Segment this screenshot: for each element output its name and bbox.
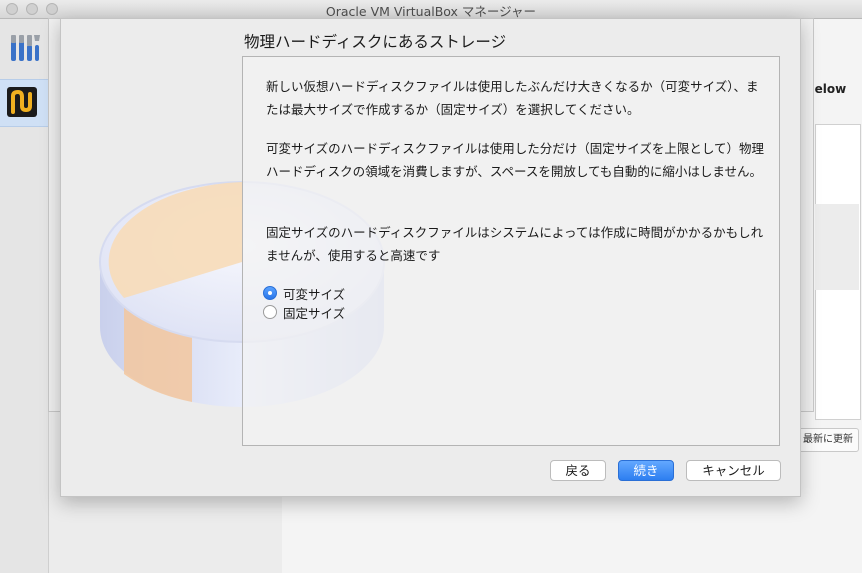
radio-selected-icon[interactable]: [263, 286, 277, 300]
dialog-title: 物理ハードディスクにあるストレージ: [244, 33, 507, 51]
continue-button[interactable]: 続き: [618, 460, 674, 481]
radio-unselected-icon[interactable]: [263, 305, 277, 319]
cancel-button[interactable]: キャンセル: [686, 460, 781, 481]
option-dynamic-size[interactable]: 可変サイズ: [263, 284, 345, 302]
option-label: 固定サイズ: [283, 305, 346, 321]
tools-icon[interactable]: [8, 31, 42, 65]
description-paragraph: 可変サイズのハードディスクファイルは使用した分だけ（固定サイズを上限として）物理…: [266, 141, 765, 179]
vm-icon: [7, 87, 37, 117]
option-fixed-size[interactable]: 固定サイズ: [263, 303, 345, 321]
option-label: 可変サイズ: [283, 286, 346, 302]
sidebar: [0, 19, 49, 573]
update-button[interactable]: 最新に更新: [794, 428, 859, 452]
back-button[interactable]: 戻る: [550, 460, 606, 481]
window-titlebar: Oracle VM VirtualBox マネージャー: [0, 0, 862, 19]
details-list-band: [815, 204, 859, 290]
description-paragraph: 新しい仮想ハードディスクファイルは使用したぶんだけ大きくなるか（可変サイズ）、ま…: [266, 79, 759, 117]
vm-list-item[interactable]: [0, 79, 48, 127]
description-paragraph: 固定サイズのハードディスクファイルはシステムによっては作成に時間がかかるかもしれ…: [266, 225, 764, 263]
